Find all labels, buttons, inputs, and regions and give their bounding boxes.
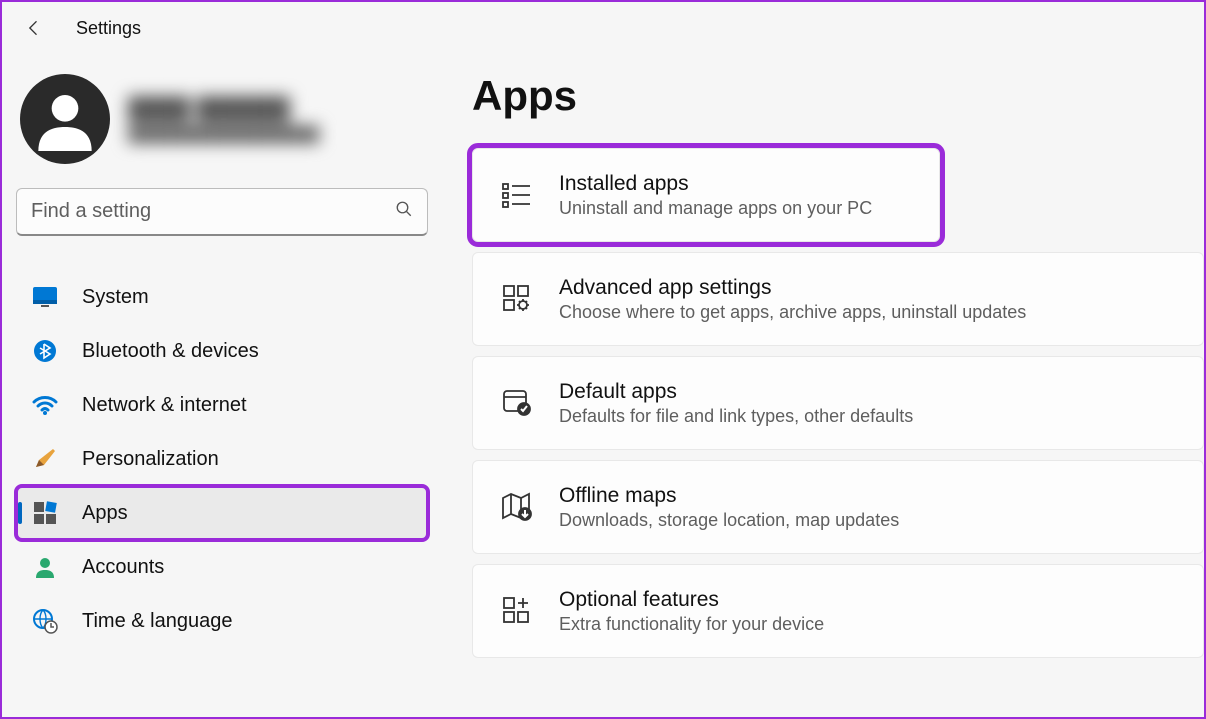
card-title: Optional features bbox=[559, 588, 1175, 612]
card-desc: Uninstall and manage apps on your PC bbox=[559, 198, 911, 219]
nav-network[interactable]: Network & internet bbox=[16, 378, 428, 432]
clock-globe-icon bbox=[32, 608, 58, 634]
nav-accounts[interactable]: Accounts bbox=[16, 540, 428, 594]
map-download-icon bbox=[501, 491, 533, 523]
profile-block[interactable]: ████ ██████ ██████████████████ bbox=[16, 68, 428, 188]
window-check-icon bbox=[501, 387, 533, 419]
page-heading: Apps bbox=[472, 72, 1204, 120]
card-desc: Extra functionality for your device bbox=[559, 614, 1175, 635]
app-title: Settings bbox=[76, 18, 141, 39]
nav-label: Bluetooth & devices bbox=[82, 340, 259, 363]
system-icon bbox=[32, 284, 58, 310]
avatar bbox=[20, 74, 110, 164]
nav-label: Apps bbox=[82, 502, 128, 525]
profile-text-redacted: ████ ██████ ██████████████████ bbox=[128, 96, 319, 143]
nav-timelang[interactable]: Time & language bbox=[16, 594, 428, 648]
card-advanced-app-settings[interactable]: Advanced app settings Choose where to ge… bbox=[472, 252, 1204, 346]
paintbrush-icon bbox=[32, 446, 58, 472]
bluetooth-icon bbox=[32, 338, 58, 364]
nav-label: Accounts bbox=[82, 556, 164, 579]
person-icon bbox=[32, 554, 58, 580]
grid-plus-icon bbox=[501, 595, 533, 627]
card-desc: Defaults for file and link types, other … bbox=[559, 406, 1175, 427]
card-default-apps[interactable]: Default apps Defaults for file and link … bbox=[472, 356, 1204, 450]
main-content: Apps Installed apps Uninstall and manage… bbox=[442, 48, 1204, 713]
nav-label: System bbox=[82, 286, 149, 309]
search-input[interactable] bbox=[31, 200, 395, 223]
nav-label: Network & internet bbox=[82, 394, 247, 417]
card-title: Default apps bbox=[559, 380, 1175, 404]
nav-personalization[interactable]: Personalization bbox=[16, 432, 428, 486]
search-icon bbox=[395, 200, 413, 223]
card-optional-features[interactable]: Optional features Extra functionality fo… bbox=[472, 564, 1204, 658]
nav-apps[interactable]: Apps bbox=[16, 486, 428, 540]
nav-label: Time & language bbox=[82, 610, 232, 633]
nav-bluetooth[interactable]: Bluetooth & devices bbox=[16, 324, 428, 378]
nav-system[interactable]: System bbox=[16, 270, 428, 324]
card-desc: Downloads, storage location, map updates bbox=[559, 510, 1175, 531]
sidebar: ████ ██████ ██████████████████ System bbox=[2, 48, 442, 713]
back-button[interactable] bbox=[22, 16, 46, 40]
search-box[interactable] bbox=[16, 188, 428, 236]
list-icon bbox=[501, 179, 533, 211]
apps-icon bbox=[32, 500, 58, 526]
card-desc: Choose where to get apps, archive apps, … bbox=[559, 302, 1175, 323]
grid-gear-icon bbox=[501, 283, 533, 315]
card-offline-maps[interactable]: Offline maps Downloads, storage location… bbox=[472, 460, 1204, 554]
card-title: Advanced app settings bbox=[559, 276, 1175, 300]
wifi-icon bbox=[32, 392, 58, 418]
card-title: Installed apps bbox=[559, 172, 911, 196]
card-title: Offline maps bbox=[559, 484, 1175, 508]
card-installed-apps[interactable]: Installed apps Uninstall and manage apps… bbox=[472, 148, 940, 242]
nav-label: Personalization bbox=[82, 448, 219, 471]
